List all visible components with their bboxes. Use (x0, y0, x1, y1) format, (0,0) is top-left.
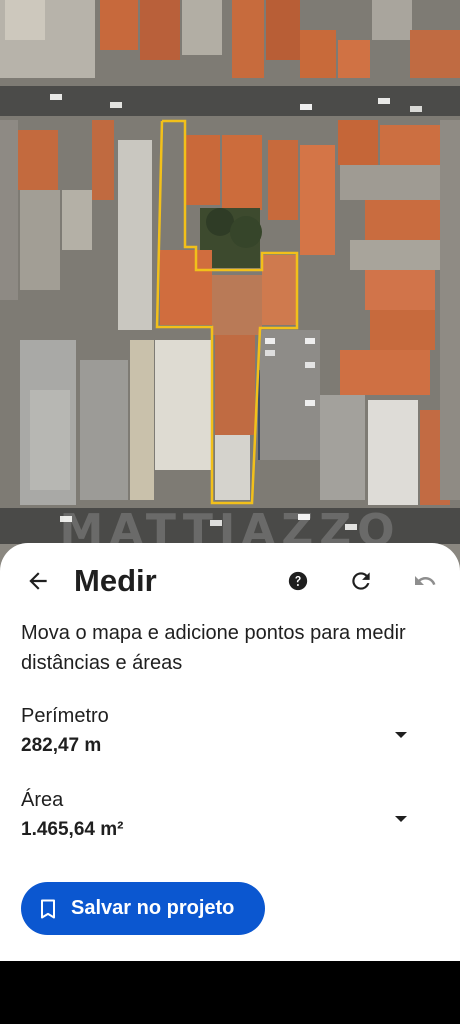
area-row[interactable]: Área 1.465,64 m² (21, 785, 441, 845)
system-navigation-bar (0, 961, 460, 1024)
back-button[interactable] (18, 561, 58, 601)
satellite-map[interactable]: MATTIAZZO (0, 0, 460, 600)
help-circle-icon (288, 571, 308, 591)
bookmark-icon (41, 899, 55, 918)
perimeter-label: Perímetro (21, 705, 109, 727)
help-button[interactable] (278, 561, 318, 601)
refresh-icon (352, 572, 370, 590)
caret-down-icon (395, 732, 407, 738)
street-top (0, 86, 460, 116)
undo-button[interactable] (405, 561, 445, 601)
perimeter-row[interactable]: Perímetro 282,47 m (21, 701, 441, 761)
instructions-text: Mova o mapa e adicione pontos para medir… (21, 622, 406, 674)
save-button-label: Salvar no projeto (71, 897, 235, 919)
perimeter-unit-dropdown[interactable] (387, 721, 415, 749)
area-unit-dropdown[interactable] (387, 805, 415, 833)
page-title: Medir (74, 563, 157, 598)
arrow-left-icon (29, 572, 47, 590)
area-value: 1.465,64 m² (21, 819, 124, 840)
save-to-project-button[interactable]: Salvar no projeto (21, 882, 265, 935)
roof-long-metal (118, 140, 152, 330)
measure-sheet: Medir Mova o mapa e adicione pontos para… (0, 543, 460, 961)
area-label: Área (21, 789, 64, 811)
perimeter-value: 282,47 m (21, 735, 102, 756)
undo-icon (415, 576, 436, 585)
caret-down-icon (395, 816, 407, 822)
reset-button[interactable] (341, 561, 381, 601)
